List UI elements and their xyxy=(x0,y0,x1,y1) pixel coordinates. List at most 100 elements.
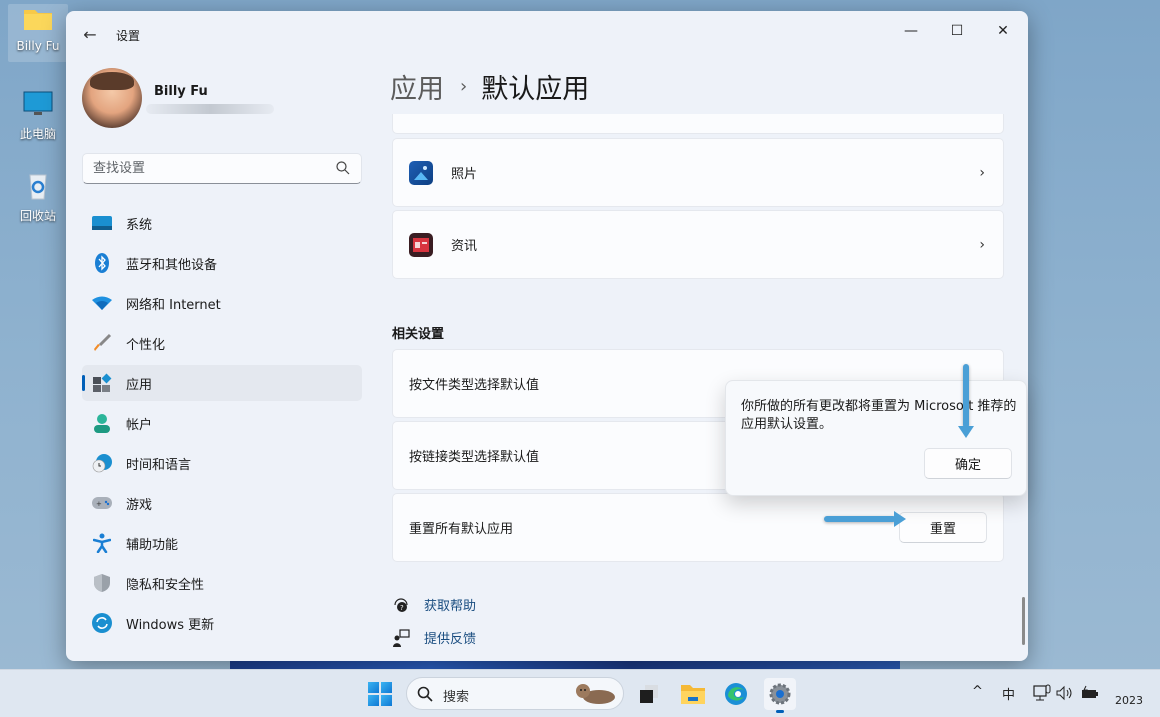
photos-app-icon xyxy=(409,160,433,185)
network-icon[interactable] xyxy=(1033,684,1051,702)
start-icon-tile xyxy=(368,682,379,693)
sidebar-item-privacy[interactable]: 隐私和安全性 xyxy=(82,565,362,601)
svg-text:+: + xyxy=(96,500,102,508)
sidebar-item-windows-update[interactable]: Windows 更新 xyxy=(82,605,362,641)
edge-button[interactable] xyxy=(720,678,752,710)
sidebar-item-label: 系统 xyxy=(126,217,153,233)
taskbar: 搜索 ^ 中 2023 xyxy=(0,669,1160,717)
feedback-icon xyxy=(393,628,410,647)
sidebar-item-apps[interactable]: 应用 xyxy=(82,365,362,401)
system-icon xyxy=(92,213,112,233)
scrollbar[interactable] xyxy=(1022,597,1025,645)
sidebar-item-label: 蓝牙和其他设备 xyxy=(126,257,218,273)
search-input[interactable] xyxy=(83,154,323,183)
sidebar-item-label: 辅助功能 xyxy=(126,537,179,553)
taskbar-search-label: 搜索 xyxy=(443,690,470,705)
sidebar-item-gaming[interactable]: + 游戏 xyxy=(82,485,362,521)
minimize-button[interactable]: — xyxy=(888,15,934,47)
annotation-arrow-down xyxy=(958,364,974,438)
taskbar-search[interactable]: 搜索 xyxy=(406,677,624,710)
clock[interactable]: 2023 xyxy=(1115,694,1143,707)
folder-icon xyxy=(24,10,52,30)
sidebar-item-network[interactable]: 网络和 Internet xyxy=(82,285,362,321)
desktop-icon-label: 此电脑 xyxy=(19,127,56,141)
settings-taskbar-button[interactable] xyxy=(764,678,796,713)
get-help-link[interactable]: ? 获取帮助 xyxy=(392,595,476,614)
recycle-bin-icon xyxy=(29,174,47,200)
breadcrumb: 应用 › 默认应用 xyxy=(390,67,589,106)
sidebar-item-accounts[interactable]: 帐户 xyxy=(82,405,362,441)
bluetooth-icon xyxy=(92,253,112,273)
settings-window: ← 设置 — ☐ ✕ Billy Fu 系统 蓝牙和其他设备 网络和 Inter… xyxy=(66,11,1028,661)
annotation-arrow-right xyxy=(824,511,906,527)
sidebar-item-label: 时间和语言 xyxy=(126,457,192,473)
task-view-icon xyxy=(640,685,658,703)
account-icon xyxy=(92,413,112,433)
desktop-icon-label: 回收站 xyxy=(19,209,56,223)
sidebar-item-time-language[interactable]: 时间和语言 xyxy=(82,445,362,481)
sidebar-item-label: Windows 更新 xyxy=(126,617,215,633)
sidebar-item-label: 个性化 xyxy=(126,337,166,353)
chevron-right-icon: › xyxy=(979,236,985,253)
svg-text:?: ? xyxy=(400,604,404,612)
start-icon-tile xyxy=(368,695,379,706)
page-title: 默认应用 xyxy=(481,74,590,105)
maximize-button[interactable]: ☐ xyxy=(934,15,980,47)
desktop-icon-this-pc[interactable]: 此电脑 xyxy=(8,90,68,142)
gamepad-icon: + xyxy=(92,493,112,513)
sidebar-item-label: 游戏 xyxy=(126,497,153,513)
app-list-item-label: 资讯 xyxy=(451,239,478,254)
sidebar-item-accessibility[interactable]: 辅助功能 xyxy=(82,525,362,561)
desktop-icon-user-folder[interactable]: Billy Fu xyxy=(8,4,68,62)
app-list-item-partial[interactable] xyxy=(392,114,1004,134)
monitor-icon xyxy=(23,91,53,115)
volume-icon[interactable] xyxy=(1056,685,1074,701)
start-button[interactable] xyxy=(368,682,392,706)
chevron-right-icon: › xyxy=(460,76,468,97)
related-setting-label: 按链接类型选择默认值 xyxy=(409,450,540,465)
show-hidden-icons-button[interactable]: ^ xyxy=(972,684,983,699)
related-setting-label: 按文件类型选择默认值 xyxy=(409,378,540,393)
sidebar-item-bluetooth[interactable]: 蓝牙和其他设备 xyxy=(82,245,362,281)
chevron-right-icon: › xyxy=(979,164,985,181)
get-help-label: 获取帮助 xyxy=(424,599,477,614)
avatar xyxy=(82,68,142,128)
sidebar-item-system[interactable]: 系统 xyxy=(82,205,362,241)
sidebar-item-label: 隐私和安全性 xyxy=(126,577,205,593)
arrow-left-icon: ← xyxy=(83,25,97,44)
search-icon xyxy=(417,686,433,702)
sidebar-item-personalization[interactable]: 个性化 xyxy=(82,325,362,361)
sidebar-item-label: 网络和 Internet xyxy=(126,297,221,313)
app-title: 设置 xyxy=(116,29,141,43)
accessibility-icon xyxy=(92,533,112,553)
file-explorer-button[interactable] xyxy=(677,678,709,710)
reset-default-apps-row: 重置所有默认应用 重置 xyxy=(392,493,1004,562)
settings-search[interactable] xyxy=(82,153,362,184)
input-method-indicator[interactable]: 中 xyxy=(1002,684,1015,703)
reset-button[interactable]: 重置 xyxy=(899,512,987,543)
breadcrumb-parent[interactable]: 应用 xyxy=(390,67,444,106)
reset-default-apps-label: 重置所有默认应用 xyxy=(409,522,514,537)
battery-icon[interactable] xyxy=(1081,685,1099,701)
shield-icon xyxy=(92,573,112,593)
user-email-blurred xyxy=(146,104,274,114)
settings-icon xyxy=(769,683,791,705)
desktop-icon-recycle-bin[interactable]: 回收站 xyxy=(8,172,68,224)
edge-icon xyxy=(725,683,747,705)
flyout-message: 你所做的所有更改都将重置为 Microsoft 推荐的应用默认设置。 xyxy=(741,399,1017,432)
brush-icon xyxy=(92,333,112,353)
confirm-button[interactable]: 确定 xyxy=(924,448,1012,479)
start-icon-tile xyxy=(381,695,392,706)
app-list-item-news[interactable]: 资讯 › xyxy=(392,210,1004,279)
back-button[interactable]: ← xyxy=(80,25,100,45)
task-view-button[interactable] xyxy=(633,678,665,710)
related-settings-title: 相关设置 xyxy=(392,327,445,342)
give-feedback-link[interactable]: 提供反馈 xyxy=(392,628,476,647)
give-feedback-label: 提供反馈 xyxy=(424,632,477,647)
title-bar: ← 设置 — ☐ ✕ xyxy=(66,11,1028,57)
search-highlight-otter-icon xyxy=(576,684,615,704)
app-list-item-photos[interactable]: 照片 › xyxy=(392,138,1004,207)
close-button[interactable]: ✕ xyxy=(980,15,1026,47)
windows-update-icon xyxy=(92,613,112,633)
search-icon xyxy=(336,161,350,175)
